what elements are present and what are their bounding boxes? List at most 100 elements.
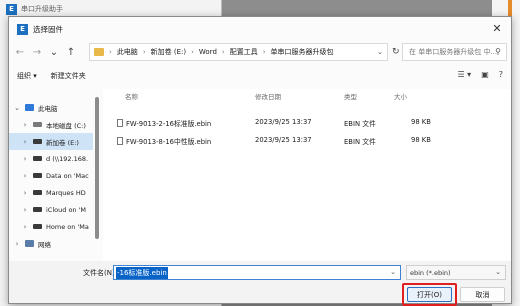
- chevron-down-icon[interactable]: ⌄: [377, 48, 383, 56]
- sidebar-item-home-on-mac[interactable]: › Home on 'Ma: [9, 218, 93, 235]
- column-header-date[interactable]: 修改日期: [255, 89, 281, 103]
- network-drive-icon: [33, 173, 42, 178]
- search-placeholder: 在 单串口服务器升级包 中...: [409, 48, 498, 56]
- app-logo-icon: E: [6, 3, 17, 15]
- view-options-icon[interactable]: ☰ ▾: [457, 70, 471, 79]
- cancel-button[interactable]: 取消: [460, 287, 505, 302]
- column-header-type[interactable]: 类型: [344, 89, 357, 103]
- chevron-right-icon: ›: [142, 48, 146, 56]
- chevron-right-icon: ›: [221, 48, 225, 56]
- sidebar-item-label: 本地磁盘 (C:): [46, 121, 86, 130]
- file-name-cell: FW-9013-8-16中性版.ebin: [117, 136, 211, 146]
- back-arrow-icon[interactable]: ←: [15, 47, 25, 58]
- sidebar-item-label: Marques HD: [46, 188, 86, 197]
- sidebar-item-label: Data on 'Mac: [46, 171, 89, 180]
- chevron-right-icon: ›: [191, 48, 194, 56]
- breadcrumb-item[interactable]: 新加卷 (E:): [151, 47, 186, 57]
- filetype-value: ebin (*.ebin): [410, 268, 451, 277]
- navpane-spacer: [9, 89, 93, 99]
- sidebar-item-label: 此电脑: [38, 104, 58, 113]
- search-input[interactable]: 在 单串口服务器升级包 中... ⚲: [402, 43, 507, 61]
- navigation-pane: ⌄ 此电脑 › 本地磁盘 (C:) › 新加卷 (E:) › d (\\192.…: [9, 89, 93, 275]
- sidebar-item-marques-hd[interactable]: › Marques HD: [9, 184, 93, 201]
- pc-icon: [25, 104, 34, 111]
- forward-arrow-icon[interactable]: →: [32, 47, 42, 58]
- preview-pane-icon[interactable]: ▣: [481, 70, 489, 79]
- sidebar-item-label: Home on 'Ma: [46, 222, 89, 231]
- sidebar-item-network-drive-d[interactable]: › d (\\192.168.: [9, 150, 93, 167]
- refresh-icon[interactable]: ↻: [392, 47, 400, 57]
- chevron-right-icon[interactable]: ›: [21, 155, 29, 163]
- breadcrumb-item[interactable]: Word: [199, 48, 217, 56]
- file-name: FW-9013-2-16标准版.ebin: [126, 120, 212, 128]
- dialog-title: 选择固件: [33, 24, 63, 34]
- chevron-down-icon[interactable]: ⌄: [390, 268, 396, 276]
- filetype-select[interactable]: ebin (*.ebin) ⌄: [406, 265, 506, 280]
- file-type: EBIN 文件: [344, 120, 376, 128]
- chevron-right-icon[interactable]: ›: [21, 172, 29, 180]
- sidebar-item-icloud[interactable]: › iCloud on 'M: [9, 201, 93, 218]
- command-toolbar: 组织 ▾ 新建文件夹 ☰ ▾ ▣ ?: [9, 67, 511, 85]
- sidebar-item-drive-e[interactable]: › 新加卷 (E:): [9, 133, 93, 150]
- network-drive-icon: [33, 207, 42, 212]
- file-type: EBIN 文件: [344, 138, 376, 146]
- chevron-right-icon[interactable]: ›: [21, 206, 29, 214]
- navigation-scrollbar[interactable]: [95, 97, 99, 239]
- organize-menu[interactable]: 组织 ▾: [17, 71, 37, 81]
- file-size: 98 KB: [411, 136, 431, 144]
- highlight-annotation: [402, 283, 457, 306]
- network-drive-icon: [33, 156, 42, 161]
- address-bar[interactable]: › 此电脑 › 新加卷 (E:) › Word › 配置工具 › 单串口服务器升…: [89, 43, 388, 61]
- up-arrow-icon[interactable]: ↑: [66, 47, 76, 58]
- sidebar-item-this-pc[interactable]: ⌄ 此电脑: [9, 99, 93, 116]
- search-icon: ⚲: [495, 47, 501, 56]
- help-icon[interactable]: ?: [499, 70, 503, 79]
- sidebar-item-label: iCloud on 'M: [46, 205, 86, 214]
- file-date: 2023/9/25 13:37: [255, 136, 312, 144]
- sidebar-item-label: 网络: [38, 240, 51, 249]
- sidebar-item-data-on-mac[interactable]: › Data on 'Mac: [9, 167, 93, 184]
- recent-locations-icon[interactable]: ⌄: [49, 47, 59, 58]
- file-list: 名称 修改日期 类型 大小 FW-9013-2-16标准版.ebin 2023/…: [103, 89, 511, 275]
- breadcrumb-item[interactable]: 此电脑: [117, 47, 138, 57]
- file-date: 2023/9/25 13:37: [255, 118, 312, 126]
- filename-input[interactable]: -16标准版.ebin ⌄: [113, 265, 401, 280]
- drive-icon: [33, 122, 42, 127]
- column-header-name[interactable]: 名称: [125, 89, 138, 103]
- sidebar-item-network[interactable]: › 网络: [9, 235, 93, 252]
- chevron-right-icon: ›: [109, 48, 112, 56]
- chevron-down-icon: ⌄: [495, 268, 501, 276]
- dialog-logo-icon: E: [17, 23, 28, 35]
- chevron-right-icon[interactable]: ›: [21, 138, 29, 146]
- chevron-right-icon: ›: [262, 48, 266, 56]
- file-row[interactable]: FW-9013-2-16标准版.ebin 2023/9/25 13:37 EBI…: [103, 115, 511, 130]
- chevron-right-icon[interactable]: ›: [13, 240, 21, 248]
- file-name-cell: FW-9013-2-16标准版.ebin: [117, 118, 211, 128]
- sidebar-item-label: d (\\192.168.: [46, 154, 89, 163]
- new-folder-button[interactable]: 新建文件夹: [51, 71, 86, 81]
- file-row[interactable]: FW-9013-8-16中性版.ebin 2023/9/25 13:37 EBI…: [103, 133, 511, 148]
- close-icon[interactable]: ✕: [483, 17, 511, 39]
- network-drive-icon: [33, 190, 42, 195]
- filename-value: -16标准版.ebin: [116, 266, 168, 279]
- chevron-right-icon[interactable]: ›: [21, 189, 29, 197]
- chevron-down-icon[interactable]: ⌄: [13, 104, 21, 112]
- view-controls: ☰ ▾ ▣ ?: [457, 70, 503, 79]
- dialog-footer: 文件名(N): -16标准版.ebin ⌄ ebin (*.ebin) ⌄ 打开…: [9, 261, 511, 306]
- filename-label: 文件名(N):: [83, 269, 118, 277]
- chevron-right-icon[interactable]: ›: [21, 121, 29, 129]
- folder-icon: [94, 48, 104, 56]
- column-header-size[interactable]: 大小: [394, 89, 407, 103]
- chevron-right-icon[interactable]: ›: [21, 223, 29, 231]
- file-size: 98 KB: [411, 118, 431, 126]
- file-open-dialog: E 选择固件 ✕ ← → ⌄ ↑ › 此电脑 › 新加卷 (E:) › Word…: [8, 16, 512, 306]
- file-icon: [117, 137, 123, 145]
- background-window-title: 串口升级助手: [21, 5, 63, 13]
- sidebar-item-label: 新加卷 (E:): [46, 138, 79, 147]
- dialog-titlebar: E 选择固件: [9, 17, 511, 41]
- file-name: FW-9013-8-16中性版.ebin: [126, 138, 212, 146]
- breadcrumb-item[interactable]: 配置工具: [230, 47, 258, 57]
- network-drive-icon: [33, 224, 42, 229]
- breadcrumb-item[interactable]: 单串口服务器升级包: [271, 47, 334, 57]
- sidebar-item-drive-c[interactable]: › 本地磁盘 (C:): [9, 116, 93, 133]
